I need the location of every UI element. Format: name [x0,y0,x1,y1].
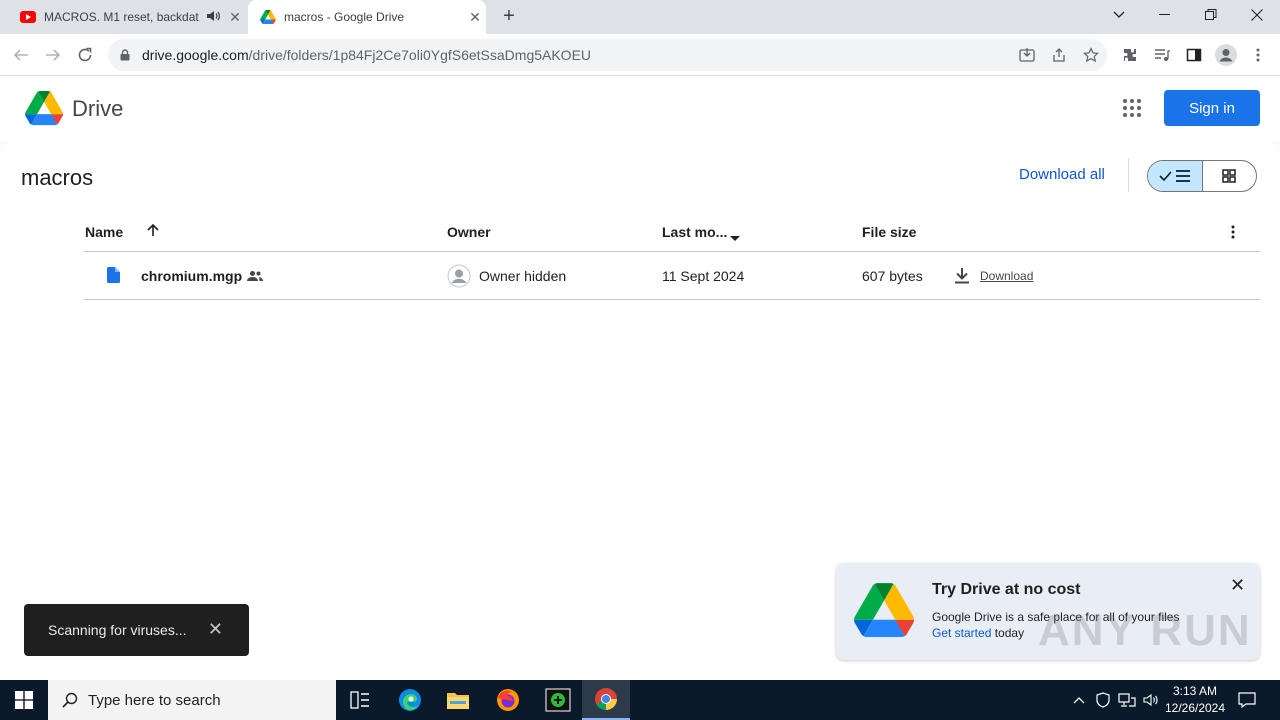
clock-date: 12/26/2024 [1164,701,1226,715]
grid-view-button[interactable] [1203,161,1257,191]
file-name[interactable]: chromium.mgp [141,268,242,284]
side-panel-icon[interactable] [1181,42,1207,68]
browser-toolbar: drive.google.com/drive/folders/1p84Fj2Ce… [0,34,1280,76]
anyrun-watermark: ANY RUN [1038,606,1252,655]
virus-scan-toast: Scanning for viruses... ✕ [24,604,249,656]
back-arrow-icon[interactable] [8,42,34,68]
get-started-link[interactable]: Get started [932,626,991,640]
youtube-icon [20,11,36,23]
column-header-owner[interactable]: Owner [447,224,491,240]
system-clock[interactable]: 3:13 AM 12/26/2024 [1160,683,1230,717]
close-icon[interactable]: ✕ [1230,575,1245,596]
file-size: 607 bytes [862,268,923,284]
reload-icon[interactable] [72,42,98,68]
browser-menu-icon[interactable] [1245,42,1271,68]
security-shield-icon[interactable] [1092,680,1114,720]
url-path: /drive/folders/1p84Fj2Ce7oli0YgfS6etSsaD… [248,47,592,63]
address-bar[interactable]: drive.google.com/drive/folders/1p84Fj2Ce… [108,39,1107,71]
install-app-icon[interactable] [1011,47,1043,63]
tab-title: macros - Google Drive [284,10,405,24]
download-all-button[interactable]: Download all [1019,166,1105,183]
download-link[interactable]: Download [980,269,1033,283]
download-icon[interactable] [954,267,970,287]
volume-icon[interactable] [1140,680,1162,720]
promo-cta-suffix: today [991,626,1025,640]
forward-arrow-icon[interactable] [40,42,66,68]
tab-youtube[interactable]: MACROS. M1 reset, backdat ✕ [8,0,246,34]
firefox-icon[interactable] [484,680,532,720]
search-icon [62,692,78,708]
speaker-icon[interactable] [206,10,220,25]
view-toggle [1147,160,1257,192]
media-controls-icon[interactable] [1149,42,1175,68]
windows-start-icon[interactable] [0,680,48,720]
last-modified-date: 11 Sept 2024 [662,268,745,284]
google-apps-grid-icon[interactable] [1118,94,1146,122]
google-drive-logo-icon [854,583,914,637]
terminal-app-icon[interactable] [534,680,582,720]
close-icon[interactable]: ✕ [208,620,223,638]
checkmark-list-icon [1159,170,1190,182]
new-tab-button[interactable]: + [498,5,520,27]
more-options-icon[interactable] [1231,225,1235,242]
notification-center-icon[interactable] [1232,680,1262,720]
search-placeholder: Type here to search [88,691,221,709]
share-icon[interactable] [1043,47,1075,63]
task-view-icon[interactable] [336,680,384,720]
column-header-file-size[interactable]: File size [862,224,916,240]
close-tab-icon[interactable]: ✕ [464,9,486,26]
sort-ascending-arrow-icon[interactable] [146,223,160,240]
table-row[interactable]: chromium.mgp Owner hidden 11 Sept 2024 6… [84,252,1260,300]
sign-in-button[interactable]: Sign in [1164,90,1260,126]
close-tab-icon[interactable]: ✕ [224,9,246,26]
browser-tab-strip: MACROS. M1 reset, backdat ✕ macros - Goo… [0,0,1280,34]
file-table: Name Owner Last mo... File size chromium… [84,212,1260,300]
toast-message: Scanning for viruses... [48,622,187,638]
file-explorer-icon[interactable] [434,680,482,720]
extensions-puzzle-icon[interactable] [1117,42,1143,68]
table-header: Name Owner Last mo... File size [84,212,1260,252]
edge-browser-icon[interactable] [386,680,434,720]
list-view-button[interactable] [1148,161,1203,191]
close-window-button[interactable] [1234,0,1280,30]
tab-google-drive[interactable]: macros - Google Drive ✕ [248,0,486,34]
promo-title: Try Drive at no cost [932,581,1081,598]
taskbar-search-box[interactable]: Type here to search [48,680,336,720]
document-file-icon [106,267,120,286]
bookmark-star-icon[interactable] [1075,47,1107,63]
column-header-last-modified[interactable]: Last mo... [662,224,727,240]
divider [1128,158,1129,192]
restore-button[interactable] [1188,0,1234,30]
network-icon[interactable] [1116,680,1138,720]
tab-search-chevron-icon[interactable] [1096,0,1142,30]
grid-icon [1222,169,1236,183]
clock-time: 3:13 AM [1172,684,1218,698]
url-host: drive.google.com [142,47,249,63]
promo-cta-line: Get started today [932,626,1024,640]
owner-name: Owner hidden [479,268,567,284]
windows-taskbar: Type here to search 3:13 AM 12/26/2024 [0,680,1280,720]
app-name[interactable]: Drive [72,96,123,122]
shared-people-icon [247,269,263,285]
google-drive-icon [260,10,276,24]
owner-avatar-icon [447,264,471,291]
minimize-button[interactable] [1142,0,1188,30]
sort-dropdown-arrow-icon[interactable] [730,229,740,245]
tab-title: MACROS. M1 reset, backdat [44,10,199,24]
chevron-up-icon[interactable] [1068,680,1090,720]
profile-avatar-icon[interactable] [1213,42,1239,68]
chrome-icon[interactable] [582,680,630,720]
lock-icon[interactable] [108,49,142,61]
url-text[interactable]: drive.google.com/drive/folders/1p84Fj2Ce… [142,47,1011,63]
folder-title: macros [21,165,94,190]
column-header-name[interactable]: Name [85,224,123,240]
drive-header: Drive Sign in [0,77,1280,141]
google-drive-logo-icon[interactable] [25,90,63,126]
